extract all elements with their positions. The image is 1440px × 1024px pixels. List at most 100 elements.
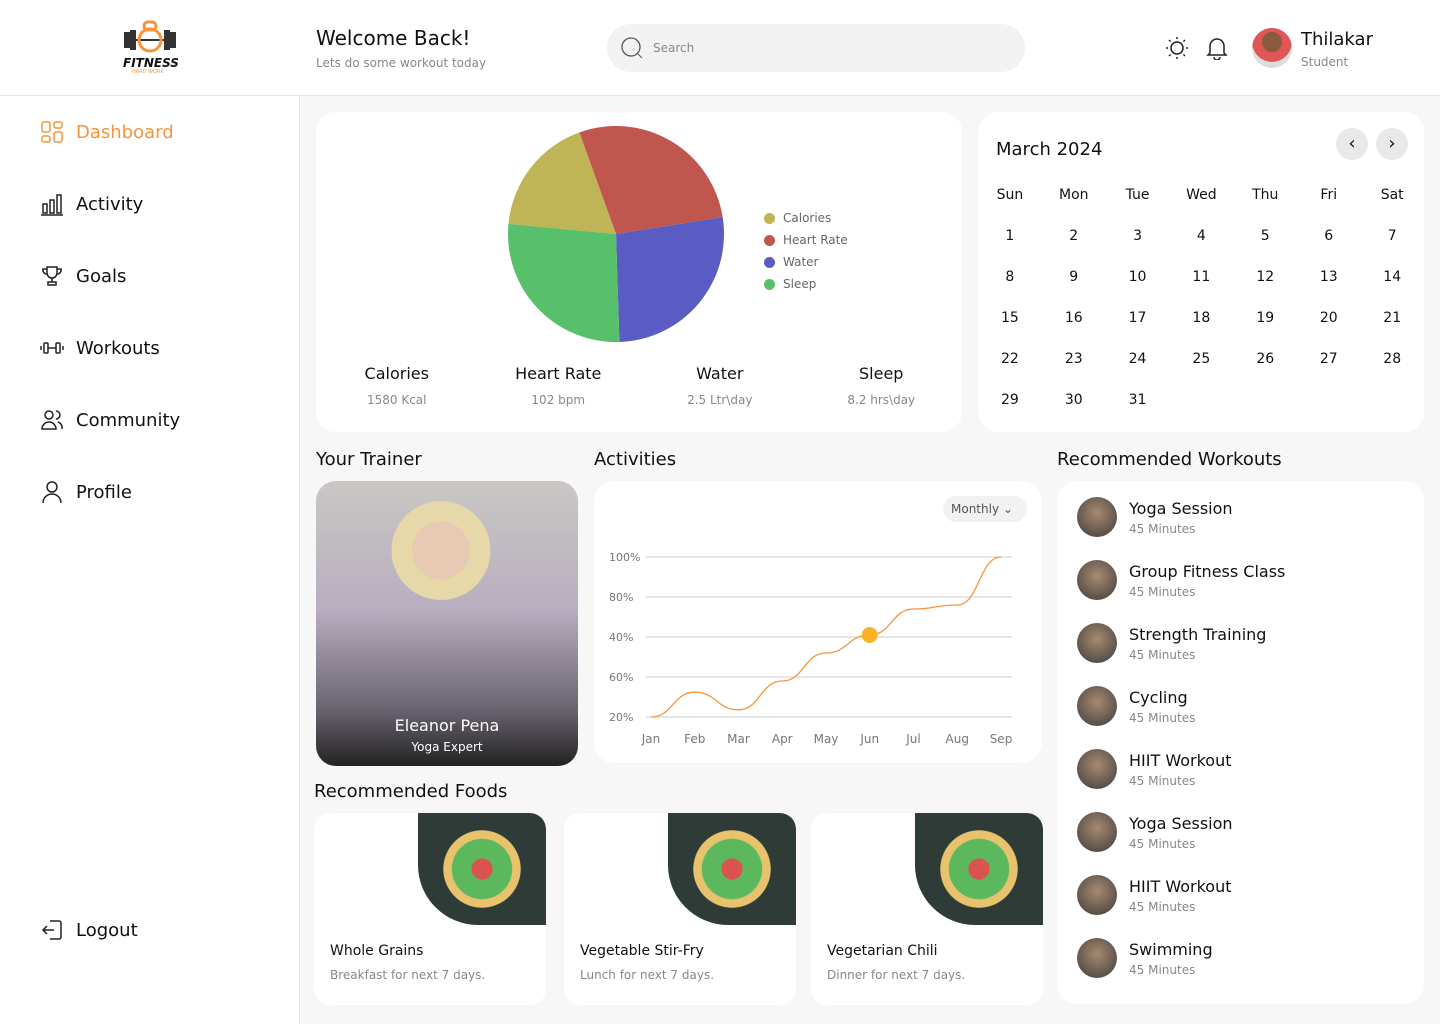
brand-tagline: HARD WORK [132,69,164,75]
workout-duration: 45 Minutes [1129,647,1196,662]
activities-card: Monthly ⌄ 100% 80% 40% 60% 20% Jan Feb Mar Apr Ma… [594,481,1042,763]
activities-heading: Activities [594,449,677,470]
calendar-day[interactable]: 4 [1169,215,1233,256]
prev-month-button[interactable]: ‹ [1336,128,1368,160]
chevron-right-icon: › [1388,133,1396,154]
calendar-day[interactable]: 22 [978,338,1042,379]
avatar[interactable] [1252,28,1292,68]
legend-item: Heart Rate [764,229,848,251]
workout-item[interactable]: Yoga Session 45 Minutes [1077,812,1233,852]
calendar-day[interactable]: 27 [1297,338,1360,379]
legend-dot [764,256,775,268]
dumbbell-icon [40,342,64,354]
sidebar-item-workouts[interactable]: Workouts [40,336,160,360]
calendar-day[interactable]: 2 [1042,215,1106,256]
y-tick-label: 100% [609,551,640,564]
calendar-day[interactable]: 17 [1106,297,1170,338]
calendar-day[interactable]: 24 [1106,338,1170,379]
stat-label: Sleep [859,364,904,383]
sidebar-item-activity[interactable]: Activity [40,192,143,216]
calendar-day[interactable]: 20 [1297,297,1360,338]
calendar-day[interactable]: 29 [978,379,1042,420]
food-card[interactable]: Whole Grains Breakfast for next 7 days. [314,813,546,1005]
workout-duration: 45 Minutes [1129,584,1196,599]
stat-item: Calories 1580 Kcal [316,364,478,407]
calendar-day[interactable]: 3 [1106,215,1170,256]
workout-item[interactable]: Group Fitness Class 45 Minutes [1077,560,1285,600]
foods-heading: Recommended Foods [314,781,508,802]
bell-icon[interactable] [1206,36,1228,60]
calendar-day[interactable]: 30 [1042,379,1106,420]
sidebar-item-community[interactable]: Community [40,408,180,432]
calendar-day[interactable]: 25 [1169,338,1233,379]
activity-line-chart: 100% 80% 40% 60% 20% Jan Feb Mar Apr May Jun Jul Aug… [609,551,1012,746]
logout-icon [41,920,62,940]
workout-title: Yoga Session [1129,813,1233,833]
calendar-day[interactable]: 16 [1042,297,1106,338]
user-icon [42,481,62,504]
user-role: Student [1301,55,1349,69]
workout-thumbnail [1077,938,1117,978]
food-subtitle: Lunch for next 7 days. [580,968,715,982]
search-input[interactable]: Search [607,24,1025,72]
calendar-day[interactable]: 28 [1360,338,1424,379]
calendar-day[interactable]: 11 [1169,256,1233,297]
calendar-day[interactable]: 21 [1360,297,1424,338]
sun-icon[interactable] [1165,36,1189,60]
period-dropdown[interactable]: Monthly ⌄ [943,496,1027,522]
calendar-day[interactable]: 9 [1042,256,1106,297]
calendar-day[interactable]: 26 [1233,338,1297,379]
food-card[interactable]: Vegetable Stir-Fry Lunch for next 7 days. [564,813,796,1005]
calendar-month: March 2024 [996,139,1103,160]
x-tick-label: Jul [905,732,920,746]
calendar-grid: Sun Mon Tue Wed Thu Fri Sat 1 2 3 4 5 6 7 8 9 10 11 12 13 14… [978,175,1424,420]
legend-label: Heart Rate [783,233,848,247]
logout-button[interactable]: Logout [40,918,138,942]
page-title: Welcome Back! [316,26,471,50]
calendar-day[interactable]: 31 [1106,379,1170,420]
calendar-day[interactable]: 13 [1297,256,1360,297]
logo-icon [122,20,178,56]
workout-duration: 45 Minutes [1129,710,1196,725]
stat-value: 1580 Kcal [366,393,427,407]
workout-item[interactable]: HIIT Workout 45 Minutes [1077,749,1231,789]
food-title: Vegetable Stir-Fry [580,943,704,959]
brand-name: FITNESS [123,56,179,70]
sidebar-item-goals[interactable]: Goals [40,264,126,288]
workout-item[interactable]: Yoga Session 45 Minutes [1077,497,1233,537]
next-month-button[interactable]: › [1376,128,1408,160]
calendar-day[interactable]: 12 [1233,256,1297,297]
trainer-card[interactable]: Eleanor Pena Yoga Expert [316,481,578,766]
food-subtitle: Breakfast for next 7 days. [330,968,486,982]
calendar-day[interactable]: 1 [978,215,1042,256]
sidebar-item-label: Goals [76,265,127,287]
x-tick-label: Jun [859,732,879,746]
stat-item: Sleep 8.2 hrs\day [801,364,963,407]
sidebar-item-profile[interactable]: Profile [40,480,132,504]
trainer-role: Yoga Expert [411,740,483,754]
workout-item[interactable]: Strength Training 45 Minutes [1077,623,1266,663]
calendar-day[interactable]: 10 [1106,256,1170,297]
sidebar-item-dashboard[interactable]: Dashboard [40,120,174,144]
calendar-day[interactable]: 18 [1169,297,1233,338]
chevron-left-icon: ‹ [1348,133,1356,154]
workout-item[interactable]: Swimming 45 Minutes [1077,938,1213,978]
calendar-day[interactable]: 5 [1233,215,1297,256]
bar-chart-icon [41,194,63,216]
workouts-heading: Recommended Workouts [1057,449,1282,470]
trainer-photo [386,501,496,611]
workout-thumbnail [1077,497,1117,537]
trainer-name: Eleanor Pena [394,716,500,735]
calendar-day[interactable]: 7 [1360,215,1424,256]
workout-item[interactable]: Cycling 45 Minutes [1077,686,1195,726]
highlight-point[interactable] [861,627,878,643]
food-card[interactable]: Vegetarian Chili Dinner for next 7 days. [811,813,1043,1005]
calendar-day[interactable]: 23 [1042,338,1106,379]
calendar-day[interactable]: 14 [1360,256,1424,297]
workout-title: Strength Training [1129,624,1267,644]
calendar-day[interactable]: 6 [1297,215,1360,256]
calendar-day[interactable]: 8 [978,256,1042,297]
workout-item[interactable]: HIIT Workout 45 Minutes [1077,875,1231,915]
calendar-day[interactable]: 15 [978,297,1042,338]
calendar-day[interactable]: 19 [1233,297,1297,338]
